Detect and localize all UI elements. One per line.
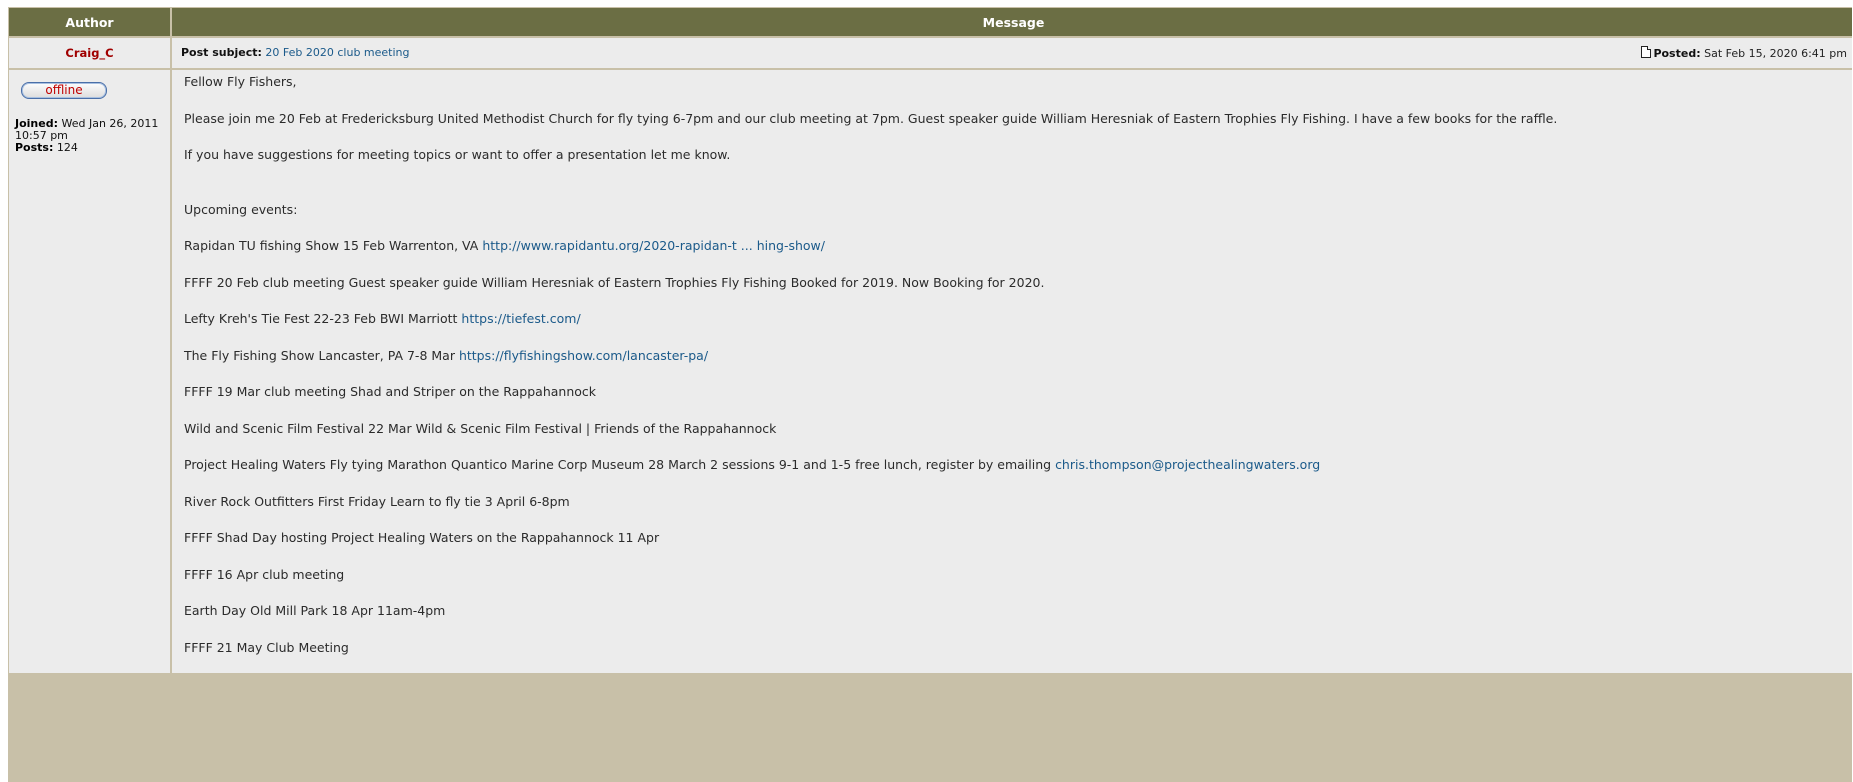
event-text: FFFF 19 Mar club meeting Shad and Stripe…: [184, 384, 597, 399]
post-subject-link[interactable]: 20 Feb 2020 club meeting: [265, 46, 409, 59]
post-subject-label: Post subject:: [181, 46, 262, 59]
event-link[interactable]: chris.thompson@projecthealingwaters.org: [1055, 457, 1320, 472]
event-text: FFFF Shad Day hosting Project Healing Wa…: [184, 530, 660, 545]
post-subject-bar: Post subject: 20 Feb 2020 club meeting P…: [172, 38, 1852, 68]
event-link[interactable]: https://tiefest.com/: [461, 311, 580, 326]
message-body: Fellow Fly Fishers, Please join me 20 Fe…: [172, 70, 1852, 673]
forum-post-table: Author Message Craig_C Post subject: 20 …: [8, 7, 1852, 675]
event-item: The Fly Fishing Show Lancaster, PA 7-8 M…: [184, 345, 1852, 382]
post-subject: Post subject: 20 Feb 2020 club meeting: [172, 46, 410, 59]
event-link[interactable]: http://www.rapidantu.org/2020-rapidan-t …: [482, 238, 825, 253]
forum-frame: Author Message Craig_C Post subject: 20 …: [8, 7, 1852, 782]
event-text: Rapidan TU fishing Show 15 Feb Warrenton…: [184, 238, 483, 253]
post-document-icon[interactable]: [1641, 46, 1652, 58]
event-text: Lefty Kreh's Tie Fest 22-23 Feb BWI Marr…: [184, 311, 462, 326]
posted-date-value: Sat Feb 15, 2020 6:41 pm: [1704, 47, 1847, 60]
event-text: Project Healing Waters Fly tying Maratho…: [184, 457, 1056, 472]
message-intro: Please join me 20 Feb at Fredericksburg …: [184, 110, 1558, 126]
message-column-header: Message: [172, 8, 1852, 36]
header-row: Author Message: [9, 8, 1852, 36]
event-text: The Fly Fishing Show Lancaster, PA 7-8 M…: [184, 347, 459, 363]
message-spacer: [184, 181, 1852, 199]
offline-status-button[interactable]: offline: [21, 82, 107, 99]
post-header-row: Craig_C Post subject: 20 Feb 2020 club m…: [9, 38, 1852, 68]
event-item: Project Healing Waters Fly tying Maratho…: [184, 454, 1852, 491]
event-item: FFFF Shad Day hosting Project Healing Wa…: [184, 527, 1852, 564]
event-item: River Rock Outfitters First Friday Learn…: [184, 491, 1852, 528]
author-column-header: Author: [9, 8, 170, 36]
posted-label: Posted:: [1653, 47, 1701, 60]
event-link[interactable]: https://flyfishingshow.com/lancaster-pa/: [459, 348, 708, 363]
event-item: FFFF 16 Apr club meeting: [184, 564, 1852, 601]
event-text: FFFF 20 Feb club meeting Guest speaker g…: [184, 274, 1045, 290]
event-item: FFFF 21 May Club Meeting: [184, 637, 1852, 674]
event-text: River Rock Outfitters First Friday Learn…: [184, 493, 570, 509]
post-date: Posted: Sat Feb 15, 2020 6:41 pm: [1641, 46, 1852, 60]
event-item: FFFF 19 Mar club meeting Shad and Stripe…: [184, 381, 1852, 418]
event-text: Earth Day Old Mill Park 18 Apr 11am-4pm: [184, 603, 446, 618]
author-name-text[interactable]: Craig_C: [65, 46, 113, 60]
events-list: Rapidan TU fishing Show 15 Feb Warrenton…: [184, 235, 1852, 673]
event-item: Earth Day Old Mill Park 18 Apr 11am-4pm: [184, 600, 1852, 637]
author-name[interactable]: Craig_C: [9, 38, 170, 68]
message-suggestions: If you have suggestions for meeting topi…: [184, 147, 731, 162]
author-profile: offline Joined: Wed Jan 26, 2011 10:57 p…: [9, 70, 170, 673]
author-profile-info: Joined: Wed Jan 26, 2011 10:57 pm Posts:…: [15, 118, 170, 154]
post-body-row: offline Joined: Wed Jan 26, 2011 10:57 p…: [9, 70, 1852, 673]
event-item: Rapidan TU fishing Show 15 Feb Warrenton…: [184, 235, 1852, 272]
event-item: FFFF 20 Feb club meeting Guest speaker g…: [184, 272, 1852, 309]
event-text: FFFF 21 May Club Meeting: [184, 639, 349, 655]
posts-label: Posts:: [15, 141, 54, 154]
event-text: FFFF 16 Apr club meeting: [184, 566, 345, 582]
posts-count: 124: [56, 141, 78, 154]
event-text: Wild and Scenic Film Festival 22 Mar Wil…: [184, 420, 777, 436]
message-greeting: Fellow Fly Fishers,: [184, 74, 297, 89]
event-item: Wild and Scenic Film Festival 22 Mar Wil…: [184, 418, 1852, 455]
event-item: Lefty Kreh's Tie Fest 22-23 Feb BWI Marr…: [184, 308, 1852, 345]
upcoming-events-heading: Upcoming events:: [184, 201, 298, 217]
